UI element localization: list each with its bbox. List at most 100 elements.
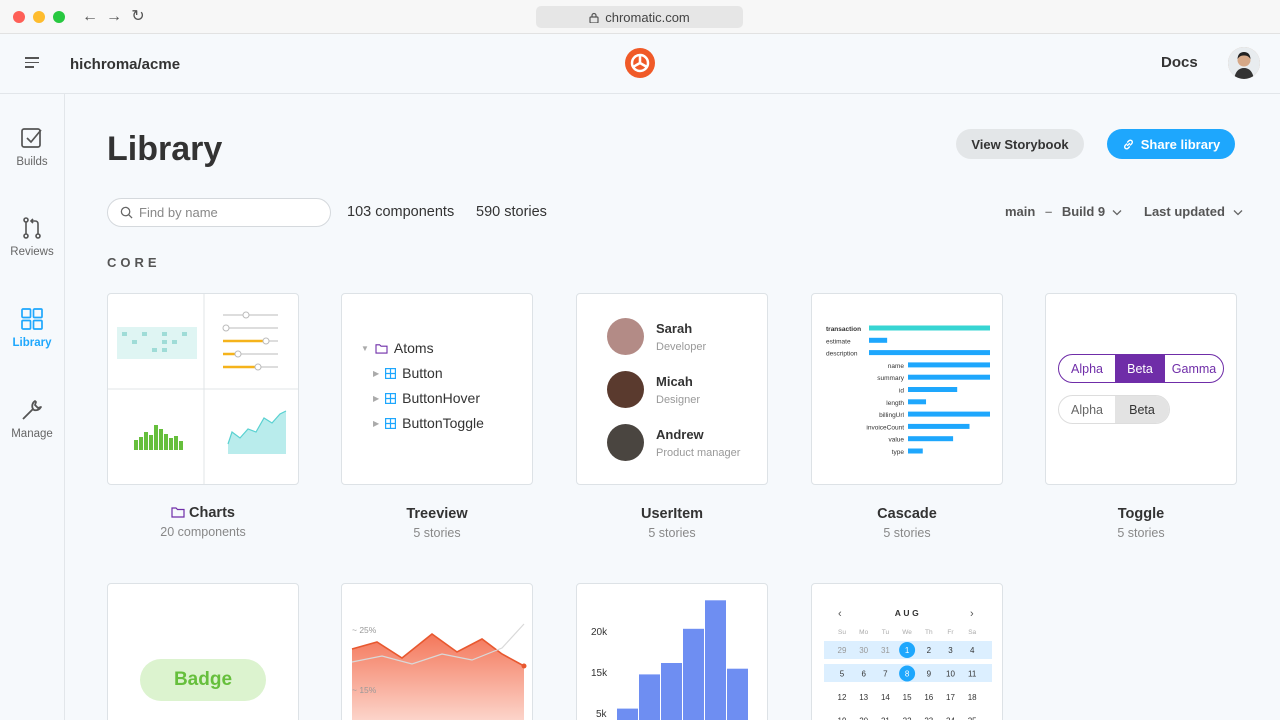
chevron-down-icon [1233,210,1242,216]
histogram-bar [617,708,638,720]
calendar-day[interactable]: 23 [924,717,933,720]
next-month-icon[interactable]: › [970,608,974,620]
close-window-button[interactable] [13,11,25,23]
org-name[interactable]: hichroma/acme [70,56,180,73]
calendar-day[interactable]: 11 [968,670,977,679]
branch-name: main [1005,204,1036,219]
chromatic-logo[interactable] [625,48,655,78]
calendar-preview: ‹ AUG › Su Mo Tu We Th Fr Sa29 30 31 1 2 3 45 6 7 8 9 10 1… [824,608,992,720]
folder-icon [375,343,388,354]
calendar-day[interactable]: 14 [881,693,890,702]
calendar-day[interactable]: 7 [883,670,888,679]
card-charts[interactable] [107,293,299,485]
calendar-day[interactable]: 18 [968,693,977,702]
cascade-bar [908,399,927,405]
calendar-day[interactable]: 25 [968,717,977,720]
branch-selector[interactable]: main – Build 9 [1005,204,1122,219]
avatar [607,318,644,355]
calendar-day[interactable]: 13 [859,693,868,702]
sidebar-item-manage[interactable]: Manage [0,398,64,440]
sort-selector[interactable]: Last updated [1144,204,1243,219]
card-area-chart[interactable]: ~ 25% ~ 15% [341,583,533,720]
calendar-day[interactable]: 30 [859,646,868,655]
card-title-charts[interactable]: Charts [107,505,299,521]
sidebar-item-builds[interactable]: Builds [0,126,64,168]
card-histogram[interactable]: 20k 15k 5k [576,583,768,720]
calendar-day[interactable]: 5 [840,670,845,679]
cascade-bar [908,411,990,417]
card-badge[interactable]: Badge [107,583,299,720]
forward-arrow-icon[interactable]: → [104,7,124,27]
weekday-label: Tu [882,629,890,636]
tree-row-child[interactable]: ▶ Button [373,365,443,381]
calendar-day[interactable]: 24 [946,717,955,720]
sidebar-item-library[interactable]: Library [0,307,64,349]
calendar-day[interactable]: 8 [905,670,910,679]
calendar-day[interactable]: 31 [881,646,890,655]
calendar-day[interactable]: 9 [927,670,932,679]
calendar-day[interactable]: 12 [838,693,847,702]
badge: Badge [140,659,266,701]
search-icon [120,206,133,219]
card-title-useritem[interactable]: UserItem [576,506,768,522]
calendar-day[interactable]: 29 [838,646,847,655]
back-arrow-icon[interactable]: ← [80,7,100,27]
toggle-option[interactable]: Gamma [1165,355,1223,382]
calendar-day[interactable]: 4 [970,646,975,655]
cascade-preview: transaction estimate description name summar… [826,325,990,456]
card-treeview[interactable]: ▼ Atoms ▶ Button ▶ ButtonHover ▶ ButtonT… [341,293,533,485]
toggle-option[interactable]: Alpha [1059,396,1115,423]
calendar-day[interactable]: 1 [905,646,910,655]
calendar-day[interactable]: 21 [881,717,890,720]
cascade-label: transaction [826,326,861,333]
card-title-cascade[interactable]: Cascade [811,506,1003,522]
reload-icon[interactable]: ↻ [128,7,148,27]
prev-month-icon[interactable]: ‹ [838,608,842,620]
toggle-option-selected[interactable]: Beta [1115,355,1165,382]
calendar-day[interactable]: 10 [946,670,955,679]
share-library-button[interactable]: Share library [1107,129,1235,159]
toggle-option[interactable]: Alpha [1059,355,1115,382]
card-calendar[interactable]: ‹ AUG › Su Mo Tu We Th Fr Sa 29 30 31 1 2 3 4 5 6 7 8 9 10 1… [811,583,1003,720]
histogram-bar [727,668,748,720]
view-storybook-button[interactable]: View Storybook [956,129,1084,159]
calendar-day[interactable]: 15 [903,693,912,702]
calendar-day[interactable]: 16 [924,693,933,702]
card-cascade[interactable]: transaction estimate description name summar… [811,293,1003,485]
separator: – [1044,204,1053,219]
calendar-day[interactable]: 20 [859,717,868,720]
user-role: Developer [656,340,707,353]
cascade-bar [908,436,954,442]
user-avatar[interactable] [1228,47,1260,79]
calendar-day[interactable]: 2 [927,646,932,655]
menu-icon[interactable] [25,57,39,71]
maximize-window-button[interactable] [53,11,65,23]
address-bar[interactable]: chromatic.com [536,6,743,28]
collapse-triangle-icon: ▶ [373,368,380,378]
toggle-option-selected[interactable]: Beta [1115,396,1169,423]
calendar-day[interactable]: 3 [948,646,953,655]
calendar-day[interactable]: 17 [946,693,955,702]
minimize-window-button[interactable] [33,11,45,23]
card-useritem[interactable]: Sarah Developer Micah Designer Andrew Produ… [576,293,768,485]
card-title-toggle[interactable]: Toggle [1045,506,1237,522]
view-storybook-label: View Storybook [971,136,1069,152]
avatar [607,424,644,461]
sidebar-item-reviews[interactable]: Reviews [0,216,64,258]
tree-row-root[interactable]: ▼ Atoms [361,340,434,356]
card-toggle[interactable]: Alpha Beta Gamma Alpha Beta [1045,293,1237,485]
user-name: Andrew [656,426,704,442]
tree-row-child[interactable]: ▶ ButtonToggle [373,415,484,431]
calendar-day[interactable]: 6 [861,670,866,679]
docs-link[interactable]: Docs [1161,54,1198,71]
calendar-day[interactable]: 19 [838,717,847,720]
tree-row-child[interactable]: ▶ ButtonHover [373,390,480,406]
search-input[interactable]: Find by name [107,198,331,227]
histogram-bar [639,674,660,720]
sidebar-item-label: Builds [16,156,48,168]
build-name: Build 9 [1061,204,1106,219]
calendar-day[interactable]: 22 [903,717,912,720]
card-subtitle-toggle: 5 stories [1117,526,1165,540]
card-title-treeview[interactable]: Treeview [341,506,533,522]
cascade-label: invoiceCount [866,424,904,431]
